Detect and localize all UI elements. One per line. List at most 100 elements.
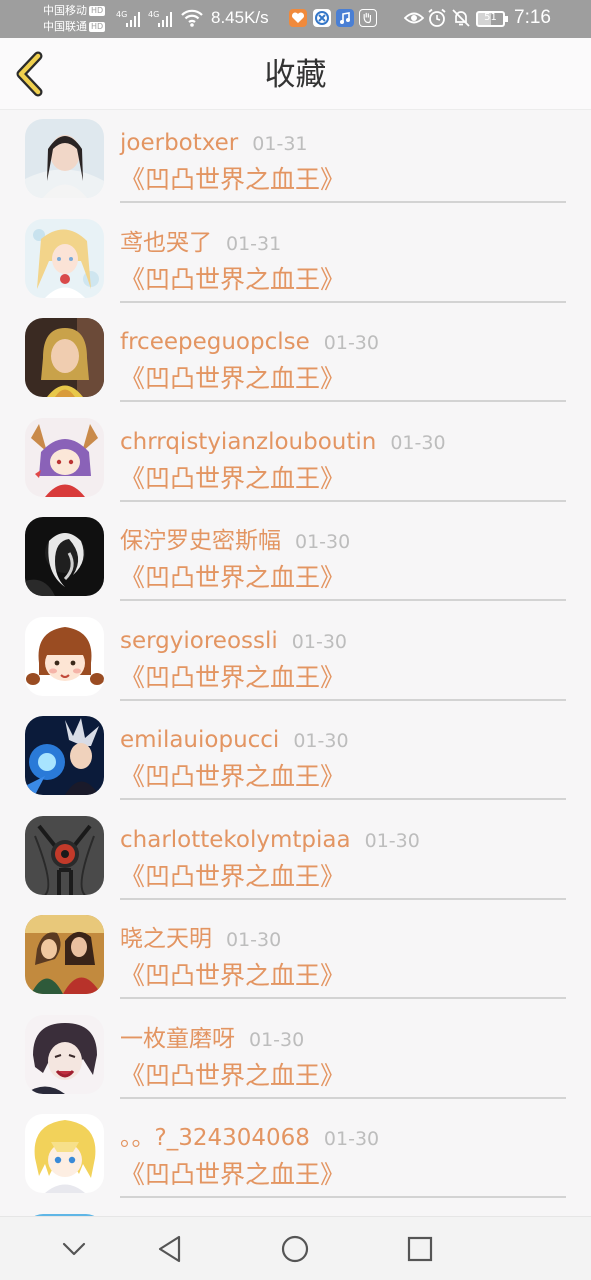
home-circle-icon[interactable] — [277, 1231, 313, 1267]
row-divider — [120, 897, 566, 900]
avatar-image — [25, 915, 104, 994]
hd-badge: HD — [89, 22, 106, 32]
book-title[interactable]: 《凹凸世界之血王》 — [120, 164, 345, 196]
avatar-image — [25, 716, 104, 795]
list-item[interactable]: emilauiopucci 01-30 《凹凸世界之血王》 — [0, 707, 591, 806]
avatar[interactable] — [25, 119, 104, 198]
row-divider — [120, 798, 566, 800]
entry-date: 01-30 — [390, 431, 446, 454]
network-speed: 8.45K/s — [211, 8, 269, 27]
entry-date: 01-30 — [249, 1028, 305, 1051]
user-name: 晓之天明 — [120, 926, 212, 952]
user-name: 。。?_324304068 — [120, 1125, 310, 1151]
wifi-icon — [181, 9, 203, 27]
entry-date: 01-30 — [295, 531, 351, 553]
avatar[interactable] — [25, 616, 104, 696]
avatar[interactable] — [25, 1014, 104, 1094]
book-title[interactable]: 《凹凸世界之血王》 — [120, 861, 345, 893]
row-divider — [120, 997, 566, 999]
avatar[interactable] — [25, 716, 104, 795]
row-divider — [120, 599, 566, 601]
user-name-line: charlottekolymtpiaa 01-30 — [120, 825, 420, 856]
hd-badge: HD — [89, 6, 106, 16]
book-title[interactable]: 《凹凸世界之血王》 — [120, 264, 345, 296]
signal-icon — [158, 11, 174, 27]
entry-date: 01-31 — [252, 133, 308, 155]
list-item[interactable]: 保泞罗史密斯幅 01-30 《凹凸世界之血王》 — [0, 508, 591, 607]
row-divider — [120, 698, 566, 701]
list-item[interactable]: 。。?_324304068 01-30 《凹凸世界之血王》 — [0, 1105, 591, 1204]
hand-app-icon — [359, 9, 377, 27]
book-title[interactable]: 《凹凸世界之血王》 — [120, 1159, 345, 1191]
user-name: frceepeguopclse — [120, 329, 310, 355]
heart-app-icon — [289, 9, 307, 27]
user-name: joerbotxer — [120, 130, 239, 156]
entry-date: 01-30 — [323, 1128, 380, 1150]
page-title: 收藏 — [264, 57, 327, 93]
favorites-list: joerbotxer 01-31 《凹凸世界之血王》 鸢也哭了 01-31 《凹凸世界之血… — [0, 110, 591, 1216]
user-name-line: 一枚童磨呀 01-30 — [120, 1024, 304, 1055]
list-item[interactable]: joerbotxer 01-31 《凹凸世界之血王》 — [0, 110, 591, 209]
avatar[interactable] — [25, 517, 104, 596]
user-name-line: 晓之天明 01-30 — [120, 924, 281, 955]
row-divider — [120, 1096, 566, 1099]
book-title[interactable]: 《凹凸世界之血王》 — [120, 761, 345, 793]
list-item[interactable]: sergyioreossli 01-30 《凹凸世界之血王》 — [0, 608, 591, 707]
entry-date: 01-30 — [226, 929, 282, 951]
avatar-image — [25, 1114, 104, 1193]
book-title[interactable]: 《凹凸世界之血王》 — [120, 562, 345, 594]
row-divider — [120, 300, 566, 303]
avatar[interactable] — [25, 318, 104, 397]
avatar[interactable] — [25, 1114, 104, 1193]
back-triangle-icon[interactable] — [152, 1231, 188, 1267]
battery-level: 51 — [484, 12, 497, 23]
user-name-line: 。。?_324304068 01-30 — [120, 1123, 379, 1154]
navigation-bar — [0, 1216, 591, 1280]
list-item[interactable]: 晓之天明 01-30 《凹凸世界之血王》 — [0, 906, 591, 1005]
carrier-info: 中国移动 HD 中国联通 HD — [43, 3, 106, 35]
book-title[interactable]: 《凹凸世界之血王》 — [120, 960, 345, 992]
user-name: 保泞罗史密斯幅 — [120, 528, 281, 554]
avatar-image — [25, 218, 104, 298]
list-item[interactable]: 一枚童磨呀 01-30 《凹凸世界之血王》 — [0, 1006, 591, 1105]
avatar[interactable] — [25, 218, 104, 298]
book-title[interactable]: 《凹凸世界之血王》 — [120, 363, 345, 395]
avatar-image — [25, 616, 104, 696]
avatar-image — [25, 1014, 104, 1094]
row-divider — [120, 400, 566, 402]
carrier-1: 中国移动 — [43, 4, 87, 17]
book-title[interactable]: 《凹凸世界之血王》 — [120, 662, 345, 694]
entry-date: 01-30 — [323, 332, 379, 354]
user-name-line: emilauiopucci 01-30 — [120, 725, 349, 756]
list-item[interactable]: chrrqistyianzlouboutin 01-30 《凹凸世界之血王》 — [0, 409, 591, 508]
entry-date: 01-30 — [293, 730, 349, 752]
avatar[interactable] — [25, 915, 104, 994]
book-title[interactable]: 《凹凸世界之血王》 — [120, 1060, 345, 1092]
user-name: 鸢也哭了 — [120, 229, 212, 256]
list-item[interactable]: charlottekolymtpiaa 01-30 《凹凸世界之血王》 — [0, 807, 591, 906]
status-bar: 中国移动 HD 中国联通 HD 4G 4G 8.45K/s 51 7:16 — [0, 0, 591, 38]
list-item[interactable]: frceepeguopclse 01-30 《凹凸世界之血王》 — [0, 309, 591, 408]
user-name-line: 鸢也哭了 01-31 — [120, 228, 281, 259]
avatar[interactable] — [25, 417, 104, 497]
avatar-image — [25, 318, 104, 397]
header-bar: 收藏 — [0, 38, 591, 110]
music-app-icon — [336, 9, 354, 27]
list-item[interactable]: 鸢也哭了 01-31 《凹凸世界之血王》 — [0, 210, 591, 309]
recents-square-icon[interactable] — [402, 1231, 438, 1267]
status-time: 7:16 — [514, 7, 551, 28]
user-name-line: chrrqistyianzlouboutin 01-30 — [120, 427, 446, 458]
chevron-down-icon[interactable] — [56, 1231, 92, 1267]
avatar[interactable] — [25, 815, 104, 895]
mute-bell-icon — [452, 9, 470, 27]
entry-date: 01-30 — [291, 630, 347, 653]
alarm-icon — [428, 8, 446, 27]
entry-date: 01-30 — [364, 829, 420, 852]
user-name-line: frceepeguopclse 01-30 — [120, 327, 379, 358]
avatar-image — [25, 517, 104, 596]
user-name-line: joerbotxer 01-31 — [120, 128, 308, 159]
eye-icon — [404, 12, 424, 24]
book-title[interactable]: 《凹凸世界之血王》 — [120, 463, 345, 495]
row-divider — [120, 201, 566, 203]
user-name: chrrqistyianzlouboutin — [120, 428, 377, 455]
